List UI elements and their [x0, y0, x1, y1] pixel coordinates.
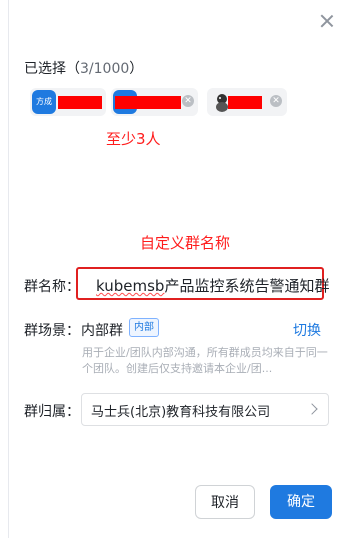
group-name-value: kubemsb产品监控系统告警通知群	[96, 275, 329, 296]
switch-scene-link[interactable]: 切换	[293, 320, 321, 340]
selected-member-chip[interactable]: ✕	[111, 88, 198, 116]
remove-icon[interactable]: ✕	[270, 95, 282, 107]
close-icon[interactable]	[320, 14, 334, 28]
group-name-value-prefix: kubemsb	[96, 277, 165, 295]
selected-member-chip[interactable]: 方成	[30, 88, 106, 116]
redacted-name	[58, 96, 102, 109]
selected-label: 已选择（	[24, 61, 80, 77]
selected-close-paren: ）	[129, 61, 144, 77]
group-name-label: 群名称：	[24, 279, 80, 295]
internal-badge: 内部	[129, 318, 159, 337]
group-owner-select[interactable]: 马士兵(北京)教育科技有限公司	[81, 393, 329, 426]
group-name-input[interactable]: kubemsb产品监控系统告警通知群	[76, 267, 329, 300]
group-scene-label: 群场景：	[24, 323, 80, 339]
group-name-value-rest: 产品监控系统告警通知群	[164, 277, 330, 295]
redacted-name	[228, 96, 262, 109]
group-owner-value: 马士兵(北京)教育科技有限公司	[91, 405, 271, 420]
group-scene-value: 内部群	[81, 323, 123, 339]
redacted-name	[115, 96, 181, 109]
create-group-dialog: 已选择（3/1000） 方成 ✕ ✕ 至少3人 自定义群名称 群名称： kube…	[0, 0, 350, 538]
group-owner-label: 群归属：	[24, 404, 80, 420]
selected-member-chip[interactable]: ✕	[207, 88, 287, 116]
confirm-button[interactable]: 确定	[270, 485, 332, 519]
selected-title: 已选择（3/1000）	[24, 58, 143, 78]
remove-icon[interactable]: ✕	[182, 95, 194, 107]
cancel-button[interactable]: 取消	[195, 485, 255, 519]
left-border	[8, 0, 9, 538]
custom-name-annotation: 自定义群名称	[140, 234, 231, 252]
avatar: 方成	[32, 90, 56, 114]
scene-description: 用于企业/团队内部沟通，所有群成员均来自于同一个团队。创建后仅支持邀请本企业/团…	[82, 346, 328, 375]
chevron-right-icon	[306, 403, 318, 415]
selected-count: 3/1000	[80, 61, 130, 77]
min-people-annotation: 至少3人	[106, 130, 161, 148]
